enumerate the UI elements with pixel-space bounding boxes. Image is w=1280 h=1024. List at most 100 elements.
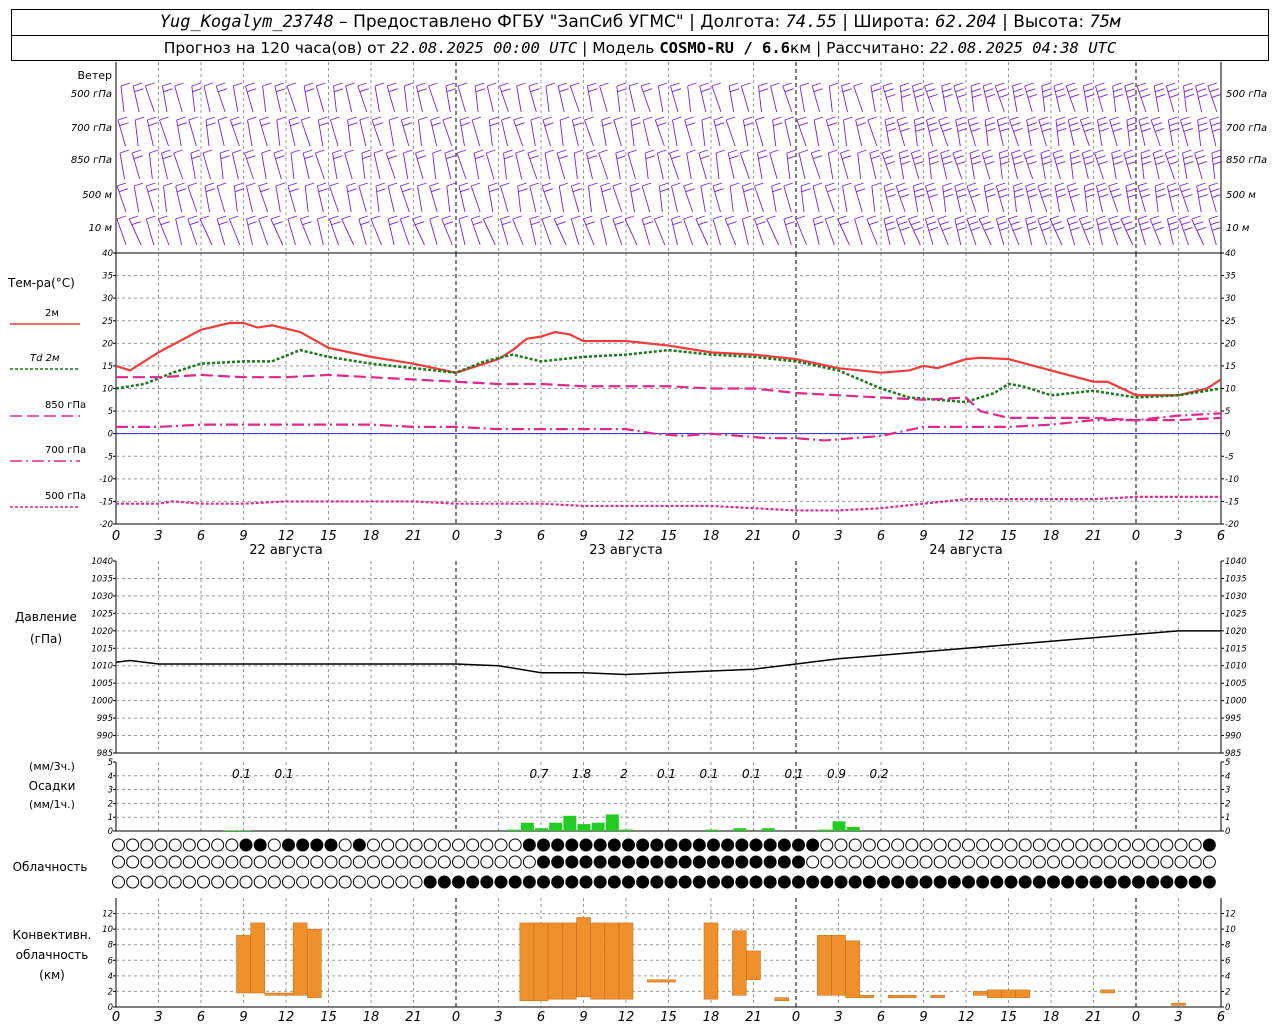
x-tick-label-bottom: 0 bbox=[792, 1010, 800, 1024]
wind-barb-flag bbox=[1165, 149, 1175, 154]
wind-barb-flag bbox=[882, 82, 893, 87]
wind-barb-flag bbox=[969, 149, 980, 154]
wind-barb-flag bbox=[287, 182, 298, 187]
precip-bar bbox=[563, 815, 577, 831]
wind-barb-staff bbox=[772, 119, 777, 147]
cloud-circle bbox=[522, 855, 536, 869]
wind-barb-staff bbox=[457, 85, 466, 113]
wind-barb-flag bbox=[996, 215, 1006, 220]
x-tick-label: 6 bbox=[197, 529, 205, 544]
wind-barb-flag bbox=[1067, 182, 1077, 187]
cloud-circle bbox=[749, 875, 763, 889]
wind-barb-flag bbox=[1028, 194, 1038, 198]
wind-barb-flag bbox=[588, 182, 598, 187]
precip-bar bbox=[846, 826, 860, 831]
convective-bar bbox=[1100, 989, 1115, 994]
wind-barb-flag bbox=[388, 182, 398, 187]
wind-barb-flag bbox=[176, 188, 187, 193]
wind-barb-staff bbox=[173, 152, 184, 180]
wind-barb-staff bbox=[786, 152, 791, 180]
wind-barb-flag bbox=[1098, 227, 1109, 231]
wind-barb-flag bbox=[1167, 215, 1177, 220]
wind-barb-staff bbox=[358, 185, 367, 213]
wind-level-label-right: 500 м bbox=[1226, 190, 1256, 201]
wind-barb-staff bbox=[570, 218, 580, 246]
convective-bar bbox=[1015, 989, 1030, 998]
wind-barb-flag bbox=[218, 116, 228, 121]
wind-barb-flag bbox=[1112, 128, 1123, 132]
wind-barb-flag bbox=[940, 149, 950, 154]
x-tick-label-bottom: 9 bbox=[239, 1010, 247, 1024]
wind-barb-flag bbox=[928, 94, 938, 98]
wind-barb-staff bbox=[387, 185, 395, 213]
wind-barb-flag bbox=[471, 182, 481, 187]
wind-barb-staff bbox=[134, 119, 139, 147]
x-tick-label-bottom: 15 bbox=[660, 1010, 677, 1024]
wind-barb-staff bbox=[871, 185, 876, 213]
wind-barb-staff bbox=[432, 152, 437, 180]
wind-barb-flag bbox=[942, 182, 952, 187]
y-tick-label-left: 990 bbox=[97, 732, 113, 742]
wind-barb-staff bbox=[387, 218, 395, 246]
y-tick-label-left: 10 bbox=[102, 925, 113, 935]
precip-unit-3h: (мм/3ч.) bbox=[29, 760, 75, 773]
wind-barb-flag bbox=[883, 155, 894, 160]
wind-barb-staff bbox=[884, 119, 890, 147]
wind-barb-flag bbox=[1056, 122, 1066, 127]
wind-barb-flag bbox=[954, 155, 964, 160]
wind-barb-flag bbox=[1125, 155, 1135, 160]
precip-3h-total: 0.1 bbox=[232, 767, 251, 781]
wind-barb-flag bbox=[772, 116, 782, 121]
convective-bar bbox=[817, 935, 832, 996]
wind-barb-flag bbox=[1210, 188, 1220, 193]
wind-barb-staff bbox=[701, 119, 706, 147]
cloud-circle bbox=[919, 875, 933, 889]
y-tick-label-right: 2 bbox=[1225, 987, 1230, 997]
cloud-circle bbox=[777, 838, 791, 852]
wind-barb-staff bbox=[883, 185, 891, 213]
wind-barb-staff bbox=[545, 85, 550, 113]
wind-barb-staff bbox=[784, 119, 792, 147]
wind-barb-flag bbox=[404, 82, 414, 87]
wind-barb-flag bbox=[1068, 116, 1078, 121]
wind-barb-flag bbox=[929, 161, 939, 165]
y-tick-label-right: 4 bbox=[1225, 772, 1230, 782]
wind-barb-flag bbox=[1141, 155, 1151, 160]
wind-barb-flag bbox=[899, 149, 909, 154]
wind-barb-flag bbox=[783, 215, 793, 220]
wind-barb-flag bbox=[828, 149, 838, 154]
wind-barb-flag bbox=[330, 116, 340, 121]
wind-barb-staff bbox=[303, 85, 310, 113]
cloud-circle bbox=[678, 855, 692, 869]
wind-barb-staff bbox=[374, 85, 380, 113]
wind-barb-flag bbox=[928, 194, 938, 198]
wind-barb-flag bbox=[333, 82, 343, 87]
wind-barb-flag bbox=[190, 149, 200, 154]
cloud-circle bbox=[310, 855, 324, 869]
wind-barb-staff bbox=[1025, 218, 1033, 246]
wind-barb-flag bbox=[1023, 149, 1033, 154]
wind-barb-staff bbox=[133, 185, 140, 213]
x-tick-label-bottom: 12 bbox=[618, 1010, 635, 1024]
wind-barb-flag bbox=[133, 82, 143, 87]
wind-barb-flag bbox=[1081, 221, 1091, 226]
wind-barb-flag bbox=[191, 82, 201, 87]
y-tick-label-right: 2 bbox=[1225, 799, 1230, 809]
wind-barb-flag bbox=[912, 82, 922, 87]
wind-barb-flag bbox=[501, 116, 511, 121]
cloud-circle bbox=[565, 838, 579, 852]
cloud-circle bbox=[494, 838, 508, 852]
wind-barb-staff bbox=[1011, 152, 1018, 180]
cloud-circle bbox=[282, 855, 295, 869]
wind-barb-flag bbox=[1209, 88, 1219, 93]
wind-barb-staff bbox=[954, 218, 962, 246]
wind-barb-flag bbox=[418, 116, 428, 121]
cloud-circle bbox=[1202, 875, 1216, 889]
wind-barb-staff bbox=[204, 185, 210, 213]
wind-barb-flag bbox=[400, 215, 410, 220]
wind-barb-flag bbox=[371, 116, 382, 121]
wind-barb-flag bbox=[163, 182, 173, 187]
wind-barb-flag bbox=[698, 221, 708, 226]
cloud-circle bbox=[282, 838, 295, 852]
wind-barb-flag bbox=[217, 182, 227, 187]
